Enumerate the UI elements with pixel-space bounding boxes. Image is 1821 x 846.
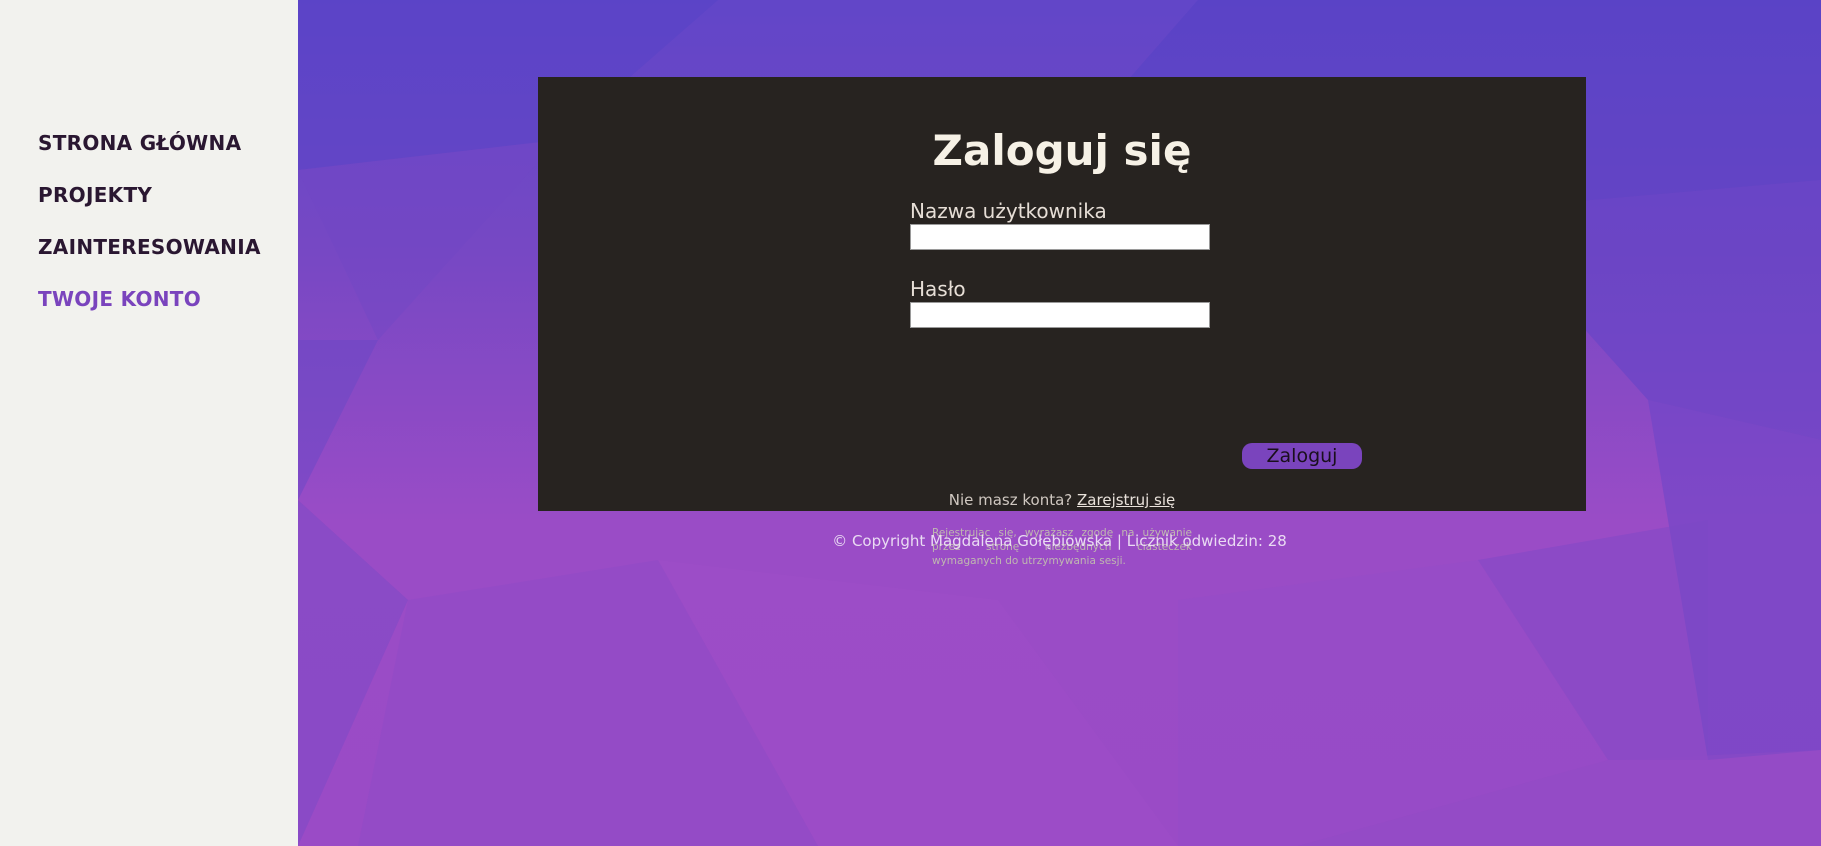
username-label: Nazwa użytkownika — [910, 199, 1107, 223]
nav-item-home[interactable]: STRONA GŁÓWNA — [38, 130, 241, 156]
nav-item-interests[interactable]: ZAINTERESOWANIA — [38, 234, 261, 260]
login-card: Zaloguj się Nazwa użytkownika Hasło Zalo… — [538, 77, 1586, 567]
main-nav: STRONA GŁÓWNA PROJEKTY ZAINTERESOWANIA T… — [38, 130, 261, 338]
footer-copyright: © Copyright Magdalena Gołębiowska | Licz… — [832, 532, 1287, 550]
register-prompt: Nie masz konta? Zarejstruj się — [538, 491, 1586, 509]
register-link[interactable]: Zarejstruj się — [1077, 491, 1175, 509]
password-input[interactable] — [910, 302, 1210, 328]
main-area: Zaloguj się Nazwa użytkownika Hasło Zalo… — [298, 0, 1821, 846]
nav-item-account[interactable]: TWOJE KONTO — [38, 286, 201, 312]
username-input[interactable] — [910, 224, 1210, 250]
nav-item-projects[interactable]: PROJEKTY — [38, 182, 152, 208]
sidebar: STRONA GŁÓWNA PROJEKTY ZAINTERESOWANIA T… — [0, 0, 298, 846]
register-prompt-text: Nie masz konta? — [948, 491, 1073, 509]
login-button[interactable]: Zaloguj — [1242, 443, 1362, 469]
password-label: Hasło — [910, 277, 966, 301]
login-title: Zaloguj się — [932, 126, 1192, 175]
